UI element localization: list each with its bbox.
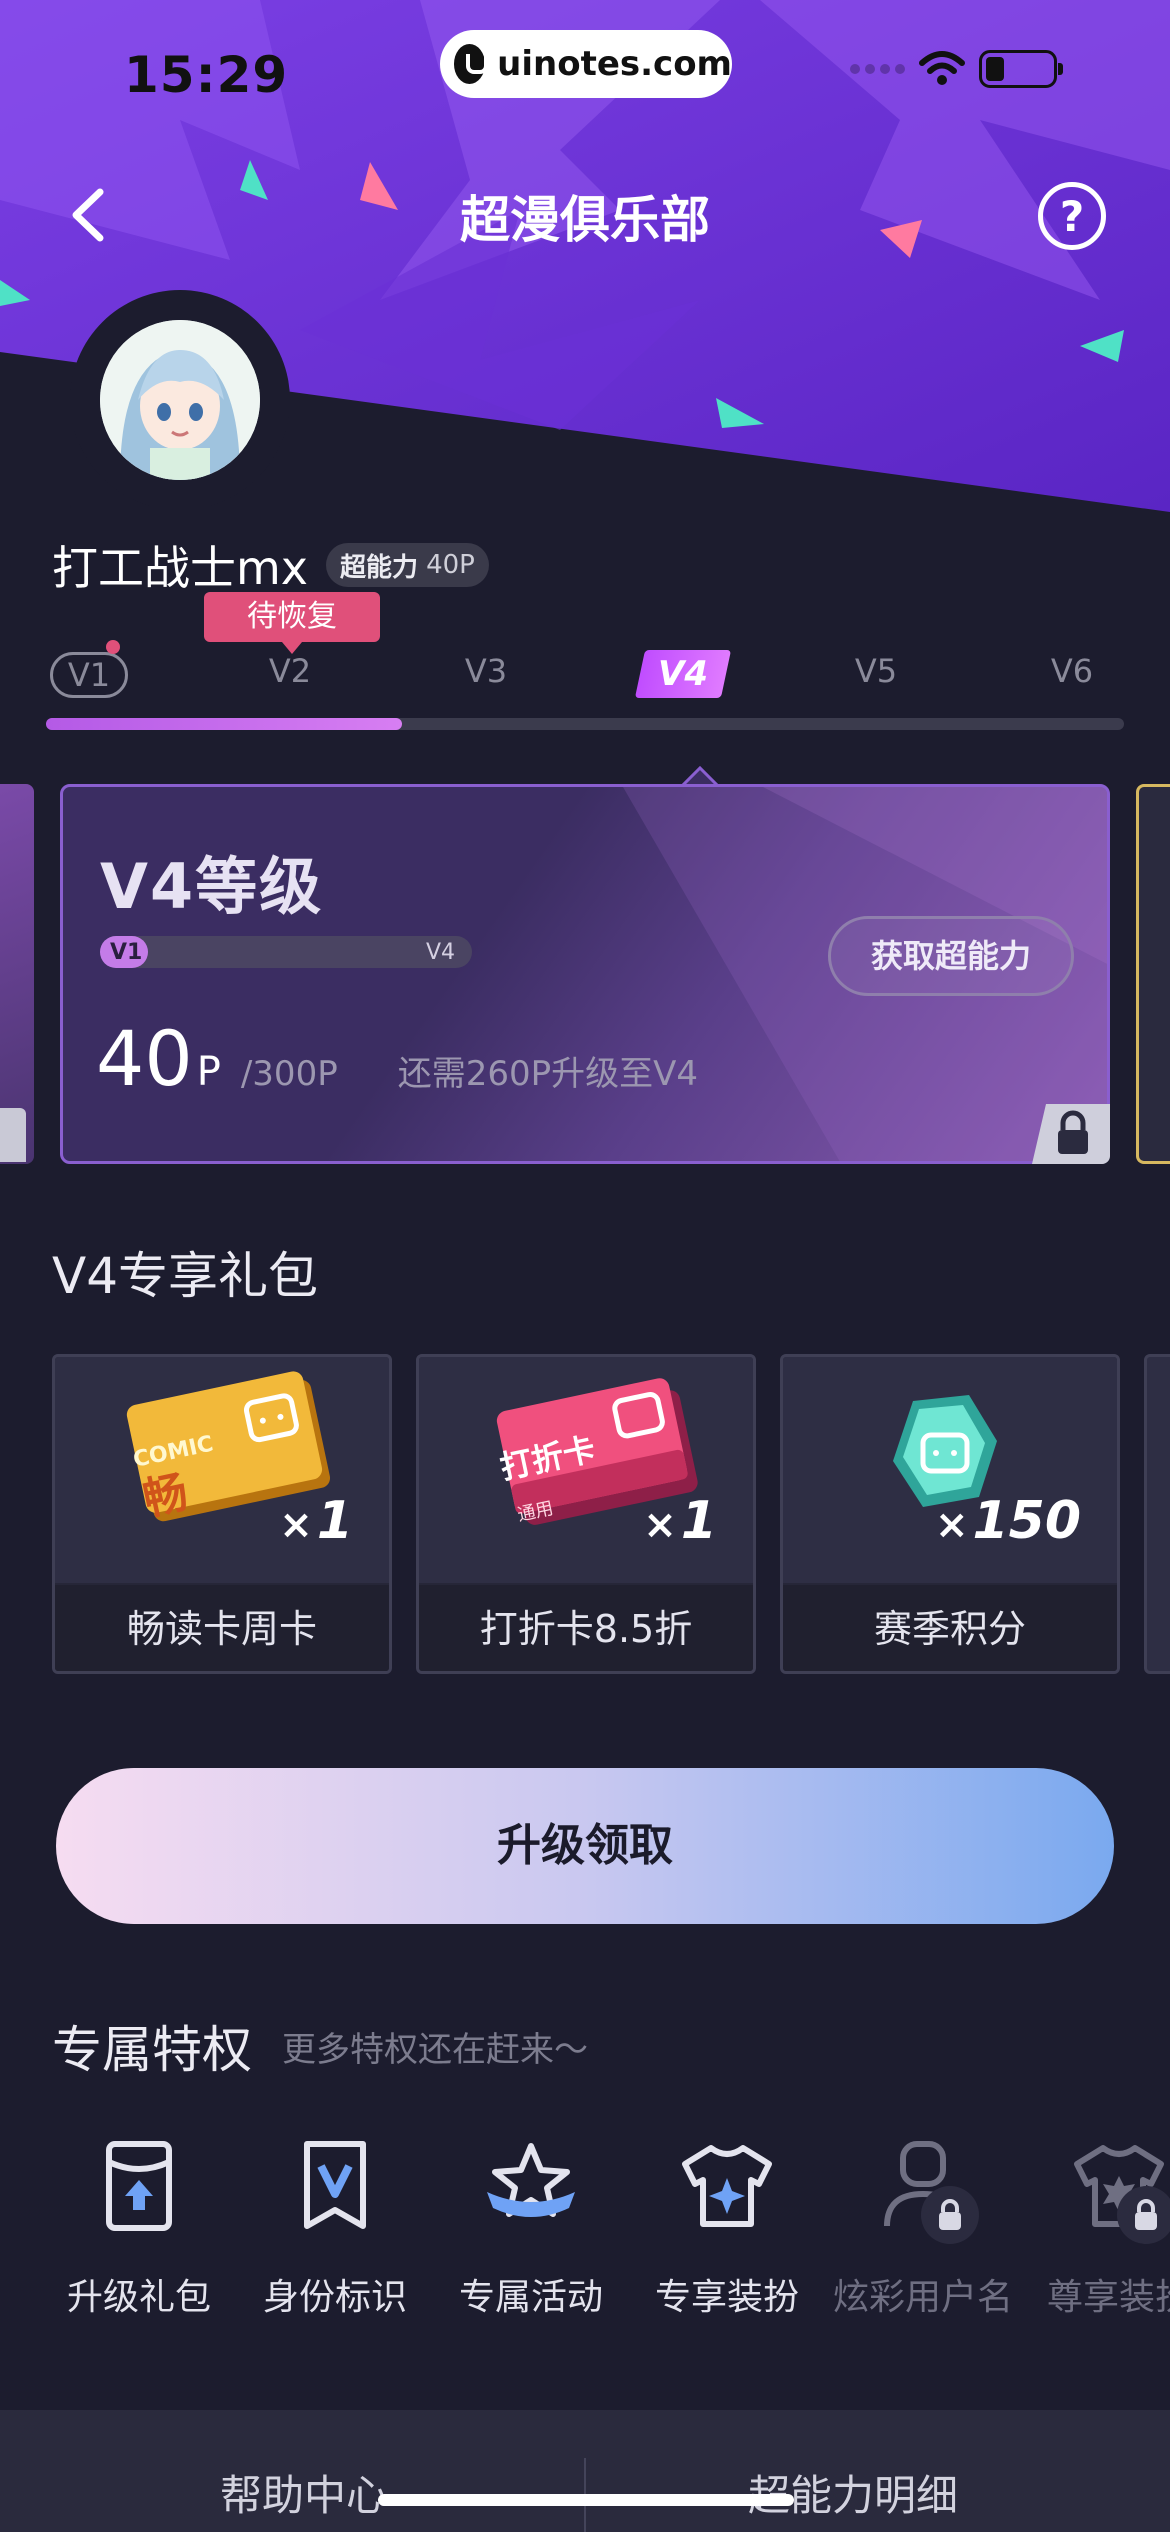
privilege-section-title: 专属特权: [52, 2021, 252, 2079]
gift-upgrade-icon: [89, 2136, 189, 2236]
v-badge-icon: [285, 2136, 385, 2236]
status-icons: [850, 50, 1063, 88]
gift-count: ×1: [643, 1491, 717, 1551]
pending-tag: 待恢复: [204, 592, 380, 654]
prev-level-card[interactable]: [0, 784, 34, 1164]
privilege-label: 专属活动: [458, 2277, 603, 2318]
privilege-subtitle: 更多特权还在赶来～: [282, 2030, 588, 2070]
mini-progress-track: [100, 936, 472, 968]
level-v2[interactable]: V2: [240, 652, 340, 690]
status-time: 15:29: [124, 46, 289, 104]
level-v5[interactable]: V5: [826, 652, 926, 690]
level-v1[interactable]: V1: [50, 652, 128, 698]
level-v6[interactable]: V6: [1022, 652, 1122, 690]
shirt-sparkle-icon: [1069, 2136, 1170, 2244]
gift-item-read-card[interactable]: COMIC 畅 ×1 畅读卡周卡: [52, 1354, 392, 1674]
user-icon: [873, 2136, 979, 2244]
level-card-title: V4等级: [100, 850, 324, 923]
level-v3[interactable]: V3: [436, 652, 536, 690]
gift-label: 畅读卡周卡: [55, 1585, 389, 1671]
lock-icon: [0, 1108, 26, 1162]
page-title: 超漫俱乐部: [460, 191, 710, 249]
privilege-label: 身份标识: [262, 2277, 407, 2318]
privilege-label: 升级礼包: [66, 2277, 211, 2318]
user-info: 打工战士mx 超能力 40P: [52, 532, 489, 598]
gift-item-next[interactable]: [1144, 1354, 1170, 1674]
site-logo-icon: [454, 44, 489, 84]
shirt-icon: [677, 2136, 777, 2236]
battery-icon: [979, 50, 1063, 88]
star-ribbon-icon: [481, 2136, 581, 2236]
url-pill: uinotes.com: [440, 30, 732, 98]
level-v4[interactable]: V4: [640, 650, 726, 698]
points-row: 40 P /300P 还需260P升级至V4: [96, 1014, 698, 1103]
avatar[interactable]: [100, 320, 260, 480]
power-label: 超能力: [340, 552, 419, 583]
wifi-icon: [919, 51, 965, 85]
privilege-label: 专享装扮: [654, 2277, 799, 2318]
gift-item-season-points[interactable]: ×150 赛季积分: [780, 1354, 1120, 1674]
privilege-upgrade-gift[interactable]: 升级礼包: [44, 2136, 234, 2320]
mini-to-level: V4: [426, 940, 456, 965]
level-progress-fill: [46, 718, 402, 730]
notification-dot: [106, 640, 120, 654]
help-icon[interactable]: ?: [1038, 182, 1106, 250]
url-text: uinotes.com: [497, 44, 732, 84]
privilege-premium-outfit[interactable]: 尊享装扮: [1024, 2136, 1170, 2320]
privilege-label: 炫彩用户名: [832, 2277, 1013, 2318]
power-value: 40P: [426, 550, 475, 580]
lock-icon: [1117, 2186, 1170, 2244]
gift-section-title: V4专享礼包: [52, 1247, 319, 1305]
next-level-card[interactable]: [1136, 784, 1170, 1164]
points-need: 还需260P升级至V4: [397, 1054, 698, 1094]
gift-label: 赛季积分: [783, 1585, 1117, 1671]
mini-from-level: V1: [110, 940, 143, 965]
gift-count: ×1: [279, 1491, 353, 1551]
gift-label: 打折卡8.5折: [419, 1585, 753, 1671]
upgrade-claim-button[interactable]: 升级领取: [56, 1768, 1114, 1924]
points-value: 40: [96, 1014, 193, 1103]
points-unit: P: [196, 1049, 221, 1095]
signal-icon: [850, 64, 905, 74]
privilege-label: 尊享装扮: [1046, 2277, 1170, 2318]
privilege-colorful-username[interactable]: 炫彩用户名: [828, 2136, 1018, 2320]
gift-count: ×150: [934, 1491, 1081, 1551]
help-center-link[interactable]: 帮助中心: [220, 2462, 388, 2523]
power-details-link[interactable]: 超能力明细: [748, 2462, 958, 2523]
power-badge: 超能力 40P: [326, 543, 489, 587]
privilege-exclusive-outfit[interactable]: 专享装扮: [632, 2136, 822, 2320]
get-power-button[interactable]: 获取超能力: [828, 916, 1074, 996]
lock-icon: [921, 2186, 979, 2244]
username: 打工战士mx: [52, 541, 309, 595]
gift-item-discount-card[interactable]: 打折卡 通用 ×1 打折卡8.5折: [416, 1354, 756, 1674]
privilege-exclusive-event[interactable]: 专属活动: [436, 2136, 626, 2320]
privilege-identity-badge[interactable]: 身份标识: [240, 2136, 430, 2320]
home-indicator: [378, 2494, 794, 2506]
points-total: /300P: [240, 1054, 338, 1094]
